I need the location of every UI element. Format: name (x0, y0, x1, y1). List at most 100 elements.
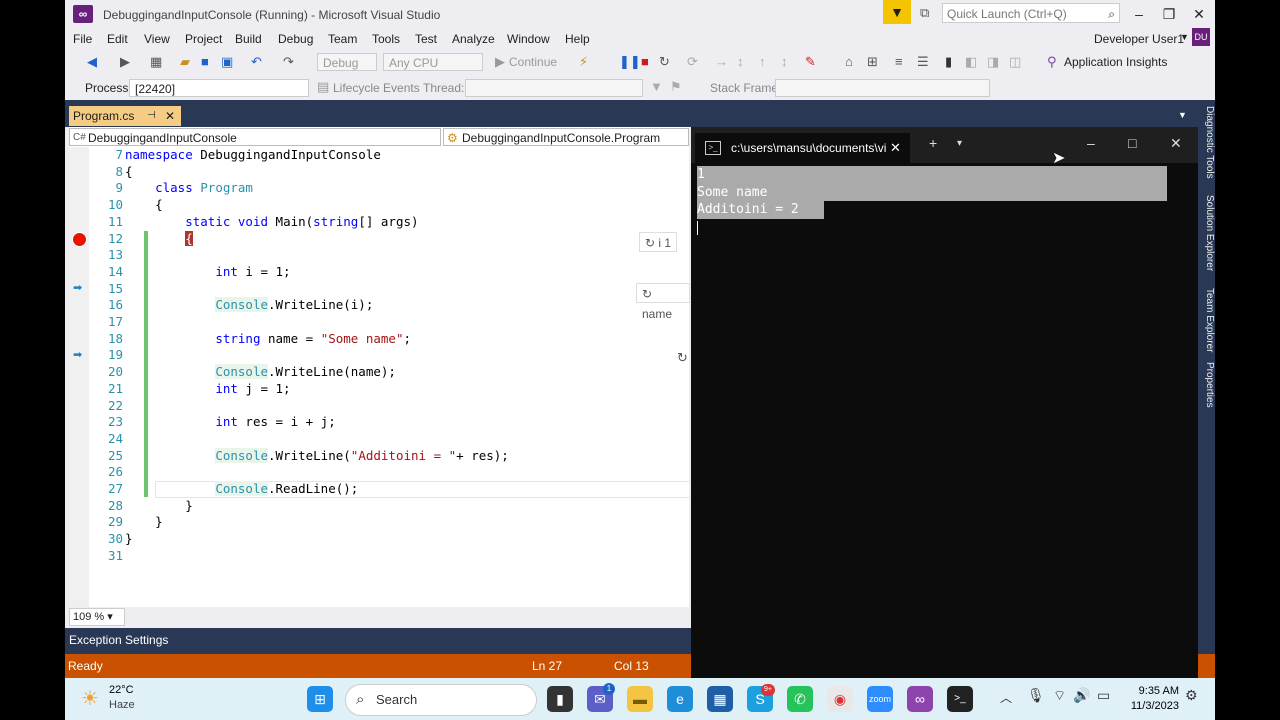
microsoft-store-icon[interactable]: ▦ (707, 686, 733, 712)
tab-program-cs[interactable]: Program.cs ⊣ ✕ (69, 106, 181, 126)
forward-icon[interactable]: ▶ (120, 54, 130, 70)
tab-overflow-icon[interactable]: ▼ (1178, 110, 1187, 120)
datatip-i[interactable]: ↻ i 1 (639, 232, 678, 252)
zoom-app-icon[interactable]: zoom (867, 686, 893, 712)
terminal-tab[interactable]: >_ c:\users\mansu\documents\vi ✕ (695, 133, 910, 163)
process-dropdown[interactable]: [22420] DebuggingandInputCons• (129, 79, 309, 114)
menu-view[interactable]: View (144, 32, 170, 46)
minimize-button[interactable]: – (1124, 4, 1154, 24)
step-out-icon[interactable]: ↑ (759, 54, 766, 69)
next-bookmark-icon[interactable]: ◨ (987, 54, 999, 70)
new-project-icon[interactable]: ▦ (150, 54, 162, 70)
menu-debug[interactable]: Debug (278, 32, 313, 46)
menu-build[interactable]: Build (235, 32, 262, 46)
back-icon[interactable]: ◀ (87, 54, 97, 70)
menu-project[interactable]: Project (185, 32, 222, 46)
step-over-icon[interactable]: ↕ (737, 54, 744, 69)
menu-help[interactable]: Help (565, 32, 590, 46)
new-tab-icon[interactable]: + (929, 135, 937, 151)
prev-bookmark-icon[interactable]: ◧ (965, 54, 977, 70)
weather-temperature[interactable]: 22°C (109, 684, 134, 696)
clear-bookmarks-icon[interactable]: ◫ (1009, 54, 1021, 70)
taskbar-search[interactable]: ⌕ Search (345, 684, 537, 716)
save-icon[interactable]: ■ (201, 54, 209, 69)
layout-icon[interactable]: ⊞ (867, 54, 878, 70)
start-windows-icon[interactable]: ⊞ (307, 686, 333, 712)
quick-launch-input[interactable]: Quick Launch (Ctrl+Q) ⌕ (942, 3, 1120, 23)
minimize-button[interactable]: – (1087, 135, 1095, 151)
tab-team-explorer[interactable]: Team Explorer (1195, 288, 1215, 352)
visual-studio-taskbar-icon[interactable]: ∞ (907, 686, 933, 712)
settings-gear-icon[interactable]: ⚙ (1185, 687, 1198, 704)
breakpoints-window-icon[interactable]: ⌂ (845, 54, 853, 69)
restart-icon[interactable]: ↻ (659, 54, 670, 70)
system-clock[interactable]: 9:35 AM 11/3/2023 (1125, 684, 1179, 714)
menu-team[interactable]: Team (328, 32, 357, 46)
filter-icon[interactable]: ▼ (650, 79, 663, 94)
solution-configuration-dropdown[interactable]: Debug (317, 53, 377, 71)
task-view-icon[interactable]: ▮ (547, 686, 573, 712)
step-back-icon[interactable]: ↕ (781, 54, 788, 69)
lifecycle-events-dropdown[interactable]: Lifecycle Events (333, 81, 420, 95)
menu-file[interactable]: File (73, 32, 92, 46)
application-insights-button[interactable]: Application Insights (1064, 55, 1167, 69)
speaker-icon[interactable]: 🔊 (1073, 687, 1090, 704)
project-dropdown[interactable]: C# DebuggingandInputConsole (69, 128, 441, 146)
step-into-icon[interactable]: → (715, 54, 728, 69)
refresh-icon[interactable]: ↻ (677, 350, 688, 366)
hot-reload-icon[interactable]: ⚡ (579, 54, 588, 70)
save-all-icon[interactable]: ▣ (221, 54, 233, 70)
menu-analyze[interactable]: Analyze (452, 32, 495, 46)
undo-icon[interactable]: ↶ (251, 54, 262, 70)
microphone-icon[interactable]: 🎙 (1027, 687, 1045, 704)
continue-button[interactable]: Continue (509, 55, 557, 69)
bookmark-icon[interactable]: ▮ (945, 54, 952, 70)
avatar[interactable]: DU (1192, 28, 1210, 46)
diagnostics-icon[interactable]: ✎ (805, 54, 816, 70)
notifications-icon[interactable]: ⧉ (920, 5, 929, 21)
menu-edit[interactable]: Edit (107, 32, 128, 46)
stop-debugging-icon[interactable]: ■ (641, 54, 649, 69)
close-tab-icon[interactable]: ✕ (165, 106, 175, 126)
flag-icon[interactable]: ⚑ (670, 79, 682, 95)
maximize-button[interactable]: ❐ (1154, 4, 1184, 24)
datatip-name[interactable]: ↻ name (636, 283, 690, 321)
file-explorer-icon[interactable]: ▬ (627, 686, 653, 712)
menu-tools[interactable]: Tools (372, 32, 400, 46)
edge-browser-icon[interactable]: e (667, 686, 693, 712)
solution-platform-dropdown[interactable]: Any CPU (383, 53, 483, 71)
tab-diagnostic-tools[interactable]: Diagnostic Tools (1195, 106, 1215, 179)
pin-icon[interactable]: ⊣ (147, 106, 156, 126)
redo-icon[interactable]: ↷ (283, 54, 294, 70)
break-all-icon[interactable]: ❚❚ (619, 54, 641, 70)
feedback-filter-icon[interactable]: ▼ (883, 0, 911, 24)
close-button[interactable]: ✕ (1184, 4, 1214, 24)
stack-frame-dropdown[interactable] (775, 79, 990, 97)
tab-properties[interactable]: Properties (1195, 362, 1215, 408)
align-left-icon[interactable]: ≡ (895, 54, 903, 69)
close-tab-icon[interactable]: ✕ (890, 133, 901, 163)
terminal-taskbar-icon[interactable]: >_ (947, 686, 973, 712)
chevron-down-icon[interactable]: ▾ (957, 138, 962, 149)
maximize-button[interactable]: □ (1128, 135, 1136, 151)
class-dropdown[interactable]: ⚙ DebuggingandInputConsole.Program (443, 128, 689, 146)
zoom-level-dropdown[interactable]: 109 % ▾ (69, 608, 125, 626)
wifi-icon[interactable]: ⌔ (1053, 687, 1066, 705)
tab-solution-explorer[interactable]: Solution Explorer (1195, 195, 1215, 271)
show-next-statement-icon[interactable]: ⟳ (687, 54, 698, 70)
code-editor[interactable]: ➡ ➡ 7 namespace DebuggingandInputConsole … (69, 147, 690, 607)
thread-dropdown[interactable] (465, 79, 643, 97)
chevron-up-icon[interactable]: ︿ (1000, 689, 1012, 706)
weather-description[interactable]: Haze (109, 699, 135, 711)
indent-icon[interactable]: ☰ (917, 54, 929, 70)
chrome-icon[interactable]: ◉ (827, 686, 853, 712)
battery-icon[interactable]: ▭ (1097, 687, 1110, 704)
menu-test[interactable]: Test (415, 32, 437, 46)
whatsapp-icon[interactable]: ✆ (787, 686, 813, 712)
continue-icon[interactable]: ▶ (495, 54, 505, 70)
open-folder-icon[interactable]: ▰ (180, 54, 190, 70)
user-name[interactable]: Developer User1 (1094, 32, 1184, 46)
close-button[interactable]: ✕ (1170, 135, 1182, 152)
menu-window[interactable]: Window (507, 32, 550, 46)
terminal-window[interactable]: >_ c:\users\mansu\documents\vi ✕ + ▾ – □… (691, 127, 1198, 678)
